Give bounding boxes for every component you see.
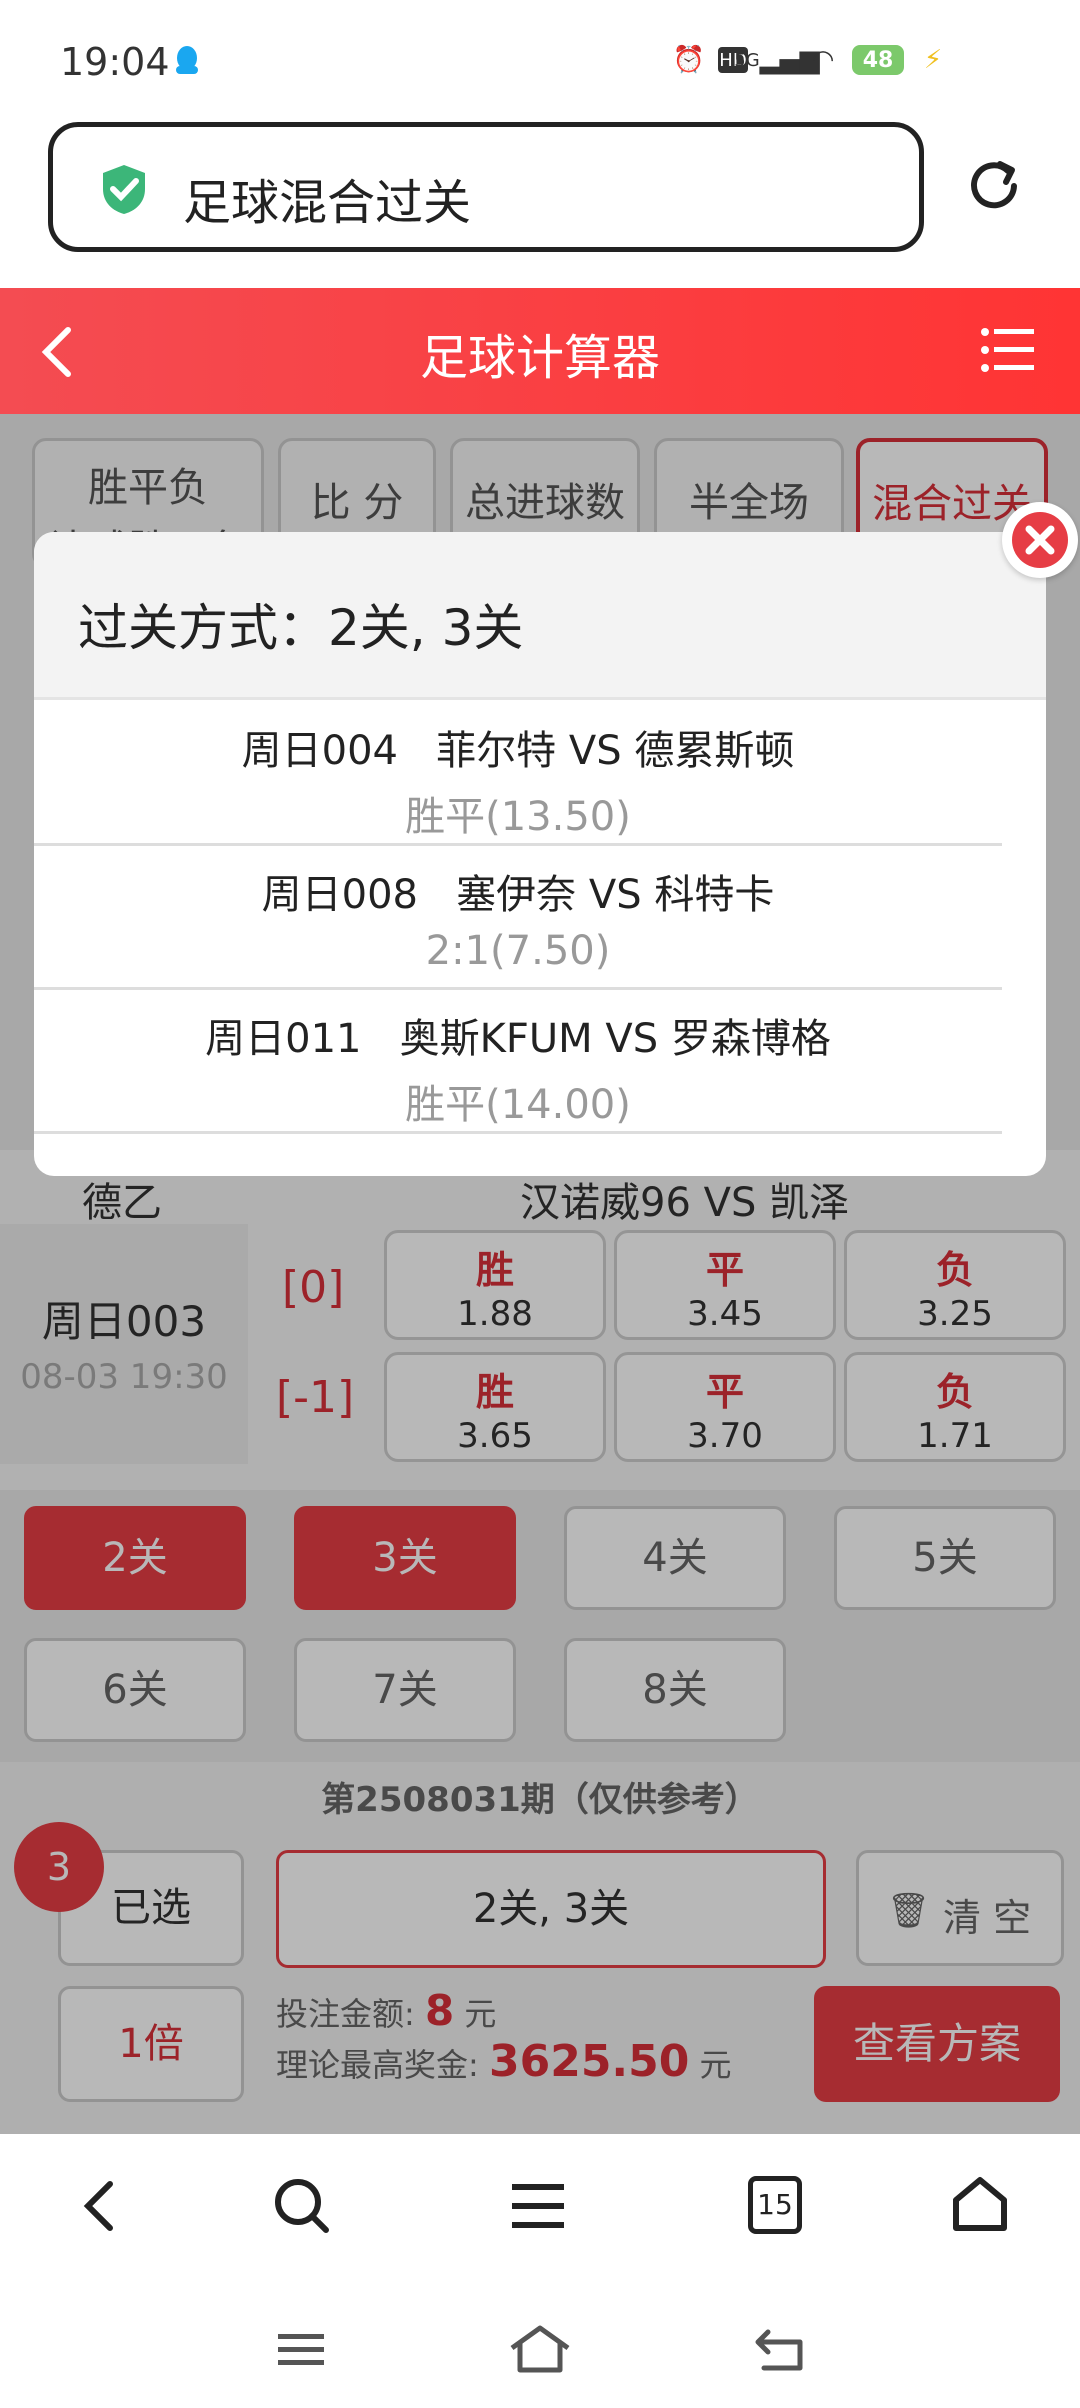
menu-list-icon[interactable] (980, 324, 1036, 376)
battery-icon: 48 (852, 45, 904, 75)
page-title: 足球混合过关 (183, 175, 472, 231)
tabs-count-icon[interactable]: 15 (748, 2176, 802, 2234)
browser-bottom-nav: 15 (0, 2134, 1080, 2284)
search-icon[interactable] (272, 2176, 332, 2236)
parlay-detail-modal: 过关方式：2关, 3关 周日004 菲尔特 VS 德累斯顿 胜平(13.50) 周… (34, 532, 1046, 1176)
modal-header: 过关方式：2关, 3关 (34, 532, 1046, 700)
reload-icon[interactable] (964, 156, 1024, 216)
back-icon[interactable] (76, 2176, 120, 2236)
home-icon[interactable] (508, 2324, 572, 2374)
close-icon (1012, 512, 1068, 568)
modal-list-item: 周日008 塞伊奈 VS 科特卡 2:1(7.50) (34, 846, 1002, 990)
app-title: 足球计算器 (419, 330, 660, 386)
modal-list-item: 周日004 菲尔特 VS 德累斯顿 胜平(13.50) (34, 702, 1002, 846)
system-nav-bar (0, 2284, 1080, 2408)
menu-icon[interactable] (510, 2180, 566, 2232)
qq-notification-icon (176, 46, 198, 74)
charging-icon: ⚡ (923, 45, 943, 75)
modal-close-button[interactable] (1002, 502, 1078, 578)
address-bar[interactable]: 足球混合过关 (48, 122, 924, 252)
shield-check-icon (103, 165, 145, 214)
status-icons: ⏰ HD 5G ▂▄▆ ◠ 48 ⚡ (672, 44, 950, 76)
home-icon[interactable] (950, 2174, 1010, 2234)
modal-title: 过关方式：2关, 3关 (78, 599, 524, 657)
wifi-icon: ◠ (811, 45, 835, 75)
status-time: 19:04 (60, 40, 170, 84)
app-header: 足球计算器 (0, 288, 1080, 414)
modal-list-item: 周日011 奥斯KFUM VS 罗森博格 胜平(14.00) (34, 990, 1002, 1134)
alarm-icon: ⏰ (672, 45, 706, 75)
recents-icon[interactable] (276, 2330, 326, 2370)
signal-icon: 5G ▂▄▆ (734, 45, 820, 75)
status-bar: 19:04 ⏰ HD 5G ▂▄▆ ◠ 48 ⚡ (0, 0, 1080, 110)
back-gesture-icon[interactable] (754, 2326, 806, 2372)
